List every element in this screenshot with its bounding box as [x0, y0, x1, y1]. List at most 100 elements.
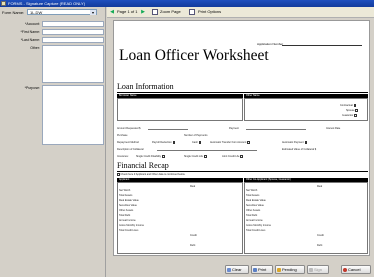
prev-page-icon[interactable]: ◀	[109, 9, 115, 15]
applicant-row: Securities Value	[119, 204, 137, 207]
account-field[interactable]	[42, 21, 104, 27]
single-credit-disability-option: Single Credit Disability	[136, 155, 165, 158]
cash-option: Cash	[192, 141, 202, 144]
co-applicant-subcol-credit: Credit	[317, 234, 324, 237]
applicant-row: Total Assets	[119, 194, 133, 197]
sign-button-label: Sign	[314, 267, 323, 272]
document-page: Application Number Loan Officer Workshee…	[113, 20, 370, 256]
print-button[interactable]: Print	[251, 265, 273, 274]
financial-recap-rule	[117, 171, 368, 172]
print-options-button[interactable]: Print Options	[198, 9, 221, 15]
single-credit-life-option: Single Credit Life	[184, 155, 207, 158]
automatic-payment-option: Automatic Payment	[282, 141, 308, 144]
zoom-page-icon[interactable]	[152, 9, 158, 15]
co-applicant-row: Total Debt	[246, 214, 258, 217]
check-spouse-box[interactable]	[355, 109, 358, 112]
last-name-field[interactable]	[42, 37, 104, 43]
loan-info-heading: Loan Information	[117, 82, 174, 91]
next-page-icon[interactable]: ▶	[140, 9, 146, 15]
combined-note: Check here if Applicant and Other data i…	[120, 173, 186, 176]
amount-line	[148, 129, 188, 130]
check-guarantor-label: Guarantor	[342, 114, 354, 117]
co-applicant-row: Real Estate Value	[246, 199, 266, 202]
co-applicant-row: Total Credit Lines	[246, 229, 266, 232]
check-contractual-box[interactable]	[353, 104, 357, 107]
zoom-page-button[interactable]: Zoom Page	[160, 9, 181, 15]
form-name-value: 1L.DW	[30, 10, 43, 15]
action-button-bar: Clear Print Pending Sign Cancel	[107, 262, 374, 277]
joint-credit-life-option: Joint Credit Life	[222, 155, 243, 158]
cancel-button-label: Cancel	[348, 267, 361, 272]
cancel-button[interactable]: Cancel	[341, 265, 371, 274]
joint-credit-life-check[interactable]	[240, 155, 243, 158]
collateral-value-label: Estimated Value of Collateral $	[282, 148, 317, 151]
first-name-label: *First Name:	[20, 30, 40, 34]
cash-check[interactable]	[198, 141, 202, 144]
pending-button[interactable]: Pending	[275, 265, 305, 274]
applicant-row: Other Assets	[119, 209, 134, 212]
financial-recap-heading: Financial Recap	[117, 161, 169, 170]
check-contractual-label: Contractual	[340, 104, 353, 107]
pending-icon	[277, 267, 281, 272]
number-of-payments-label: Number of Payments	[184, 134, 208, 137]
joint-credit-life-label: Joint Credit Life	[222, 155, 240, 158]
other-label: Other:	[30, 46, 40, 50]
check-guarantor: Guarantor	[342, 114, 357, 117]
single-credit-disability-label: Single Credit Disability	[136, 155, 162, 158]
print-button-label: Print	[258, 267, 267, 272]
repayment-method-label: Repayment Method	[117, 141, 139, 144]
application-number-label: Application Number	[257, 42, 284, 46]
window-title: FORMS - Signature Capture (READ ONLY)	[8, 1, 86, 6]
applicant-row: Total Credit Lines	[119, 229, 139, 232]
amount-requested-label: Amount Requested $	[117, 127, 141, 130]
applicant-row: Gross Monthly Income	[119, 224, 145, 227]
loan-info-rule	[117, 92, 368, 93]
payroll-deduction-label: Payroll Deduction	[152, 141, 172, 144]
printer-icon	[253, 267, 257, 272]
payment-line	[246, 129, 306, 130]
application-number-line	[282, 45, 362, 46]
payment-label: Payment	[229, 127, 239, 130]
form-name-label: Form Name:	[2, 10, 25, 15]
purchase-label: Purchase	[117, 134, 128, 137]
applicant-row: Real Estate Value	[119, 199, 139, 202]
other-field[interactable]	[42, 45, 104, 83]
co-applicant-subcol-debt: Debt	[317, 244, 323, 247]
app-icon	[1, 1, 6, 6]
first-name-field[interactable]	[42, 29, 104, 35]
print-options-icon[interactable]	[189, 9, 195, 15]
check-spouse-label: Spouse	[346, 109, 355, 112]
window-title-bar: FORMS - Signature Capture (READ ONLY)	[0, 0, 374, 7]
applicant-row: Annual Income	[119, 219, 136, 222]
automatic-transfer-check[interactable]	[247, 141, 250, 144]
last-name-label: *Last Name:	[20, 38, 40, 42]
purpose-label: *Purpose:	[24, 86, 40, 90]
applicant-subcol-debt: Debt	[190, 244, 196, 247]
single-credit-life-label: Single Credit Life	[184, 155, 204, 158]
automatic-payment-check[interactable]	[304, 141, 308, 144]
cash-label: Cash	[192, 141, 198, 144]
automatic-transfer-option: Automatic Transfer from Account	[210, 141, 250, 144]
collateral-description-label: Description of Collateral	[117, 148, 144, 151]
co-applicant-row: Total Assets	[246, 194, 260, 197]
payroll-deduction-check[interactable]	[172, 141, 176, 144]
document-toolbar: ◀ Page 1 of 1 ▶ Zoom Page Print Options	[107, 7, 374, 18]
applicant-box	[117, 182, 243, 254]
automatic-payment-label: Automatic Payment	[282, 141, 304, 144]
clear-icon	[227, 267, 231, 272]
pending-button-label: Pending	[282, 267, 297, 272]
co-applicant-box	[244, 182, 368, 254]
check-guarantor-box[interactable]	[354, 114, 357, 117]
single-credit-disability-check[interactable]	[162, 155, 165, 158]
single-credit-life-check[interactable]	[204, 155, 207, 158]
collateral-line	[157, 150, 257, 151]
sign-button[interactable]: Sign	[307, 265, 329, 274]
chevron-down-icon[interactable]: ▾	[90, 10, 96, 15]
purpose-field[interactable]	[42, 85, 104, 145]
left-panel: Form Name: 1L.DW ▾ *Account: *First Name…	[0, 7, 106, 277]
combined-check[interactable]	[117, 173, 120, 176]
interest-rate-label: Interest Rate	[326, 127, 341, 130]
document-title: Loan Officer Worksheet	[119, 47, 269, 64]
clear-button[interactable]: Clear	[225, 265, 249, 274]
form-name-select[interactable]: 1L.DW ▾	[27, 9, 97, 15]
